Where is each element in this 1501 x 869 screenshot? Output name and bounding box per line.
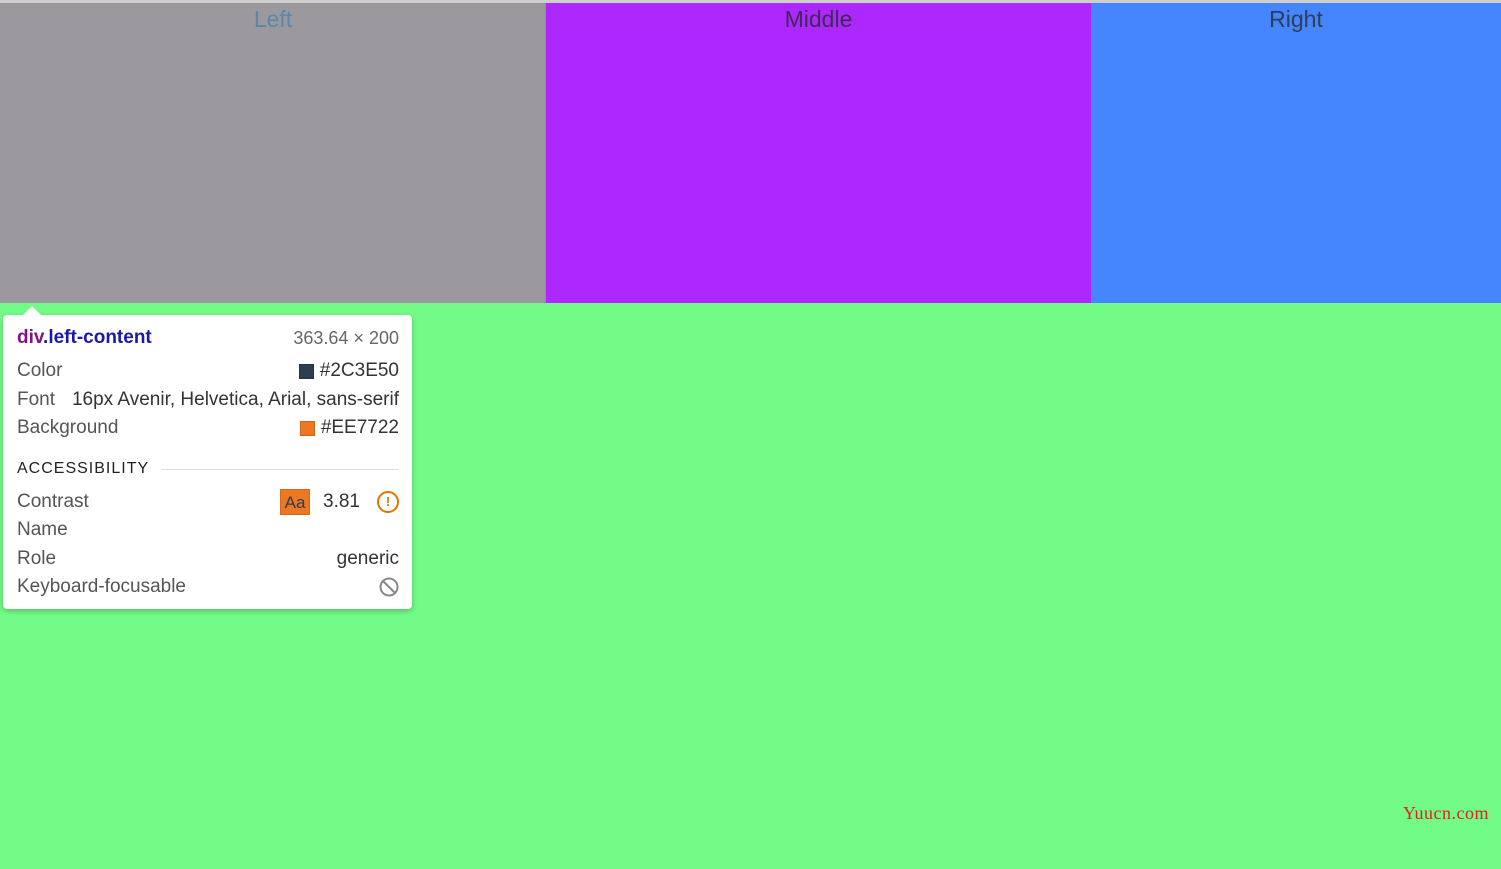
role-label: Role: [17, 548, 57, 569]
keyboard-label: Keyboard-focusable: [17, 576, 186, 597]
name-label: Name: [17, 519, 68, 540]
section-divider: [161, 468, 399, 470]
font-value: 16px Avenir, Helvetica, Arial, sans-seri…: [71, 389, 399, 410]
tooltip-arrow: [22, 306, 42, 316]
element-size: 363.64 × 200: [293, 327, 399, 348]
contrast-row: Contrast Aa 3.81 !: [17, 489, 399, 515]
color-row: Color #2C3E50: [17, 359, 399, 383]
contrast-sample: Aa: [280, 489, 311, 515]
middle-panel-label: Middle: [784, 6, 853, 32]
background-value: #EE7722: [320, 417, 399, 438]
font-row: Font 16px Avenir, Helvetica, Arial, sans…: [17, 388, 399, 412]
background-value-group: #EE7722: [299, 417, 399, 439]
color-value: #2C3E50: [319, 360, 399, 381]
watermark: Yuucn.com: [1403, 803, 1489, 823]
element-tag: div: [17, 327, 44, 348]
name-row: Name: [17, 518, 399, 542]
font-label: Font: [17, 389, 56, 410]
left-panel[interactable]: Left: [0, 3, 546, 303]
color-value-group: #2C3E50: [298, 360, 399, 382]
element-class: .left-content: [43, 327, 152, 348]
element-selector: div.left-content: [17, 327, 152, 349]
color-swatch-icon: [298, 363, 314, 379]
accessibility-section: ACCESSIBILITY: [17, 458, 399, 480]
right-panel-label: Right: [1269, 6, 1323, 32]
keyboard-row: Keyboard-focusable: [17, 575, 399, 599]
background-label: Background: [17, 417, 119, 438]
not-focusable-icon: [379, 577, 399, 597]
middle-panel[interactable]: Middle: [546, 3, 1091, 303]
role-row: Role generic: [17, 547, 399, 571]
right-panel[interactable]: Right: [1091, 3, 1501, 303]
background-swatch-icon: [299, 420, 315, 436]
role-value: generic: [336, 548, 399, 569]
warning-icon: !: [377, 491, 399, 513]
contrast-value-group: Aa 3.81 !: [280, 489, 399, 515]
tooltip-header: div.left-content 363.64 × 200: [17, 326, 399, 350]
accessibility-heading: ACCESSIBILITY: [17, 460, 150, 477]
left-panel-label: Left: [253, 6, 293, 32]
page: Left Middle Right Yuucn.com div.left-con…: [0, 0, 1501, 869]
keyboard-value-group: [379, 577, 399, 597]
background-row: Background #EE7722: [17, 416, 399, 440]
color-label: Color: [17, 360, 63, 381]
contrast-label: Contrast: [17, 491, 89, 512]
inspect-tooltip: div.left-content 363.64 × 200 Color #2C3…: [3, 306, 412, 609]
contrast-ratio: 3.81: [323, 491, 360, 512]
